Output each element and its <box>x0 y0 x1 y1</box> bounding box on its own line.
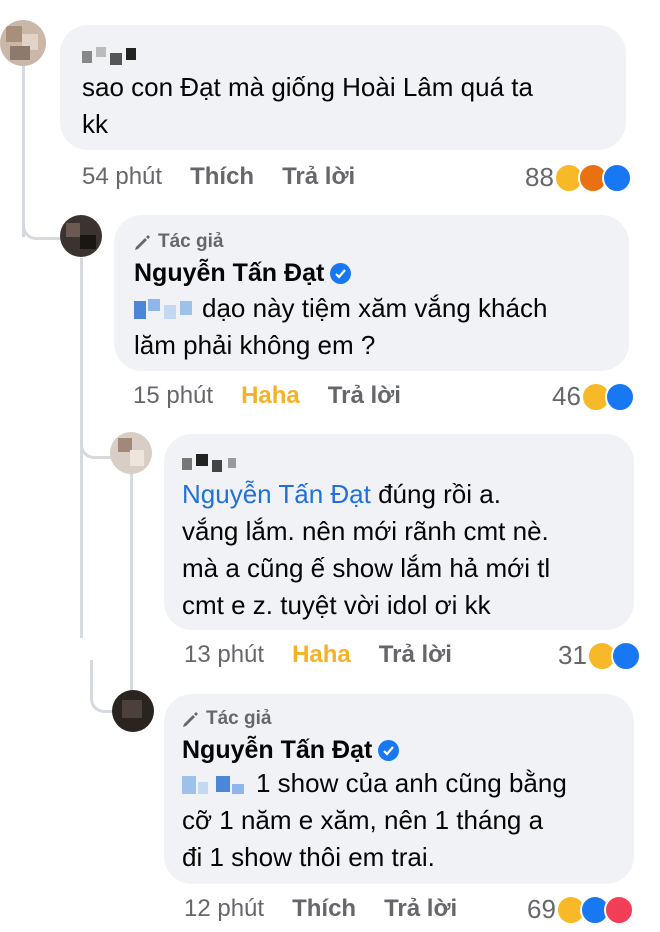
avatar[interactable] <box>110 432 152 474</box>
reaction-count: 31 <box>558 640 587 670</box>
haha-action-button[interactable]: Haha <box>292 641 351 669</box>
mention-link[interactable]: Nguyễn Tấn Đạt <box>182 479 371 509</box>
verified-badge-icon <box>330 263 352 284</box>
reaction-count: 88 <box>525 162 554 192</box>
reply-button[interactable]: Trả lời <box>384 895 457 923</box>
like-icon <box>610 640 641 671</box>
author-name-redacted <box>82 45 144 67</box>
like-action-button[interactable]: Thích <box>292 895 356 923</box>
author-name-redacted <box>182 450 244 474</box>
reaction-summary[interactable]: 69 <box>527 894 634 925</box>
comment-time[interactable]: 15 phút <box>133 382 213 410</box>
comment-bubble: Tác giả Nguyễn Tấn Đạt 1 show của anh cũ… <box>164 694 634 884</box>
pencil-icon <box>183 712 198 727</box>
author-tag: Tác giả <box>182 708 616 730</box>
comment-time[interactable]: 13 phút <box>184 641 264 669</box>
reaction-summary[interactable]: 88 <box>525 162 632 193</box>
like-icon <box>604 381 635 412</box>
comment-bubble: Nguyễn Tấn Đạt đúng rồi a. vắng lắm. nên… <box>164 434 634 630</box>
reply-button[interactable]: Trả lời <box>379 641 452 669</box>
comment-bubble: sao con Đạt mà giống Hoài Lâm quá ta kk <box>60 25 626 150</box>
author-tag-label: Tác giả <box>206 708 272 729</box>
author-tag-label: Tác giả <box>158 231 224 252</box>
thread-elbow-reply-2 <box>80 405 113 459</box>
thread-line-reply-2 <box>130 472 133 712</box>
reaction-count: 46 <box>552 381 581 411</box>
mention-redacted <box>182 772 252 798</box>
comment-time[interactable]: 12 phút <box>184 895 264 923</box>
author-name[interactable]: Nguyễn Tấn Đạt <box>134 259 324 288</box>
avatar[interactable] <box>60 215 102 257</box>
author-name-row: Nguyễn Tấn Đạt <box>182 736 616 765</box>
reply-button[interactable]: Trả lời <box>282 163 355 191</box>
comment-bubble: Tác giả Nguyễn Tấn Đạt dạo này tiệm xăm … <box>114 215 629 371</box>
author-name-row: Nguyễn Tấn Đạt <box>134 259 609 288</box>
love-icon <box>603 894 634 925</box>
comment-actions: 12 phút Thích Trả lời <box>184 895 485 923</box>
comment-actions: 15 phút Haha Trả lời <box>133 382 429 410</box>
comment-text: sao con Đạt mà giống Hoài Lâm quá ta kk <box>82 72 533 139</box>
comment-text: Nguyễn Tấn Đạt đúng rồi a. vắng lắm. nên… <box>182 479 551 620</box>
author-tag: Tác giả <box>134 231 609 253</box>
reaction-summary[interactable]: 46 <box>552 381 635 412</box>
reaction-summary[interactable]: 31 <box>558 640 641 671</box>
author-name[interactable]: Nguyễn Tấn Đạt <box>182 736 372 765</box>
avatar[interactable] <box>112 690 154 732</box>
comment-text: dạo này tiệm xăm vắng khách lăm phải khô… <box>134 293 548 360</box>
pencil-icon <box>135 235 150 250</box>
reaction-count: 69 <box>527 894 556 924</box>
comment-actions: 54 phút Thích Trả lời <box>82 163 383 191</box>
reply-button[interactable]: Trả lời <box>328 382 401 410</box>
verified-badge-icon <box>378 740 400 761</box>
thread-elbow-reply-1 <box>22 180 63 240</box>
avatar[interactable] <box>0 20 46 66</box>
comment-actions: 13 phút Haha Trả lời <box>184 641 480 669</box>
comment-text: 1 show của anh cũng bằng cỡ 1 năm e xăm,… <box>182 768 567 872</box>
haha-action-button[interactable]: Haha <box>241 382 300 410</box>
like-action-button[interactable]: Thích <box>190 163 254 191</box>
mention-redacted <box>134 297 196 323</box>
like-icon <box>601 162 632 193</box>
comment-time[interactable]: 54 phút <box>82 163 162 191</box>
